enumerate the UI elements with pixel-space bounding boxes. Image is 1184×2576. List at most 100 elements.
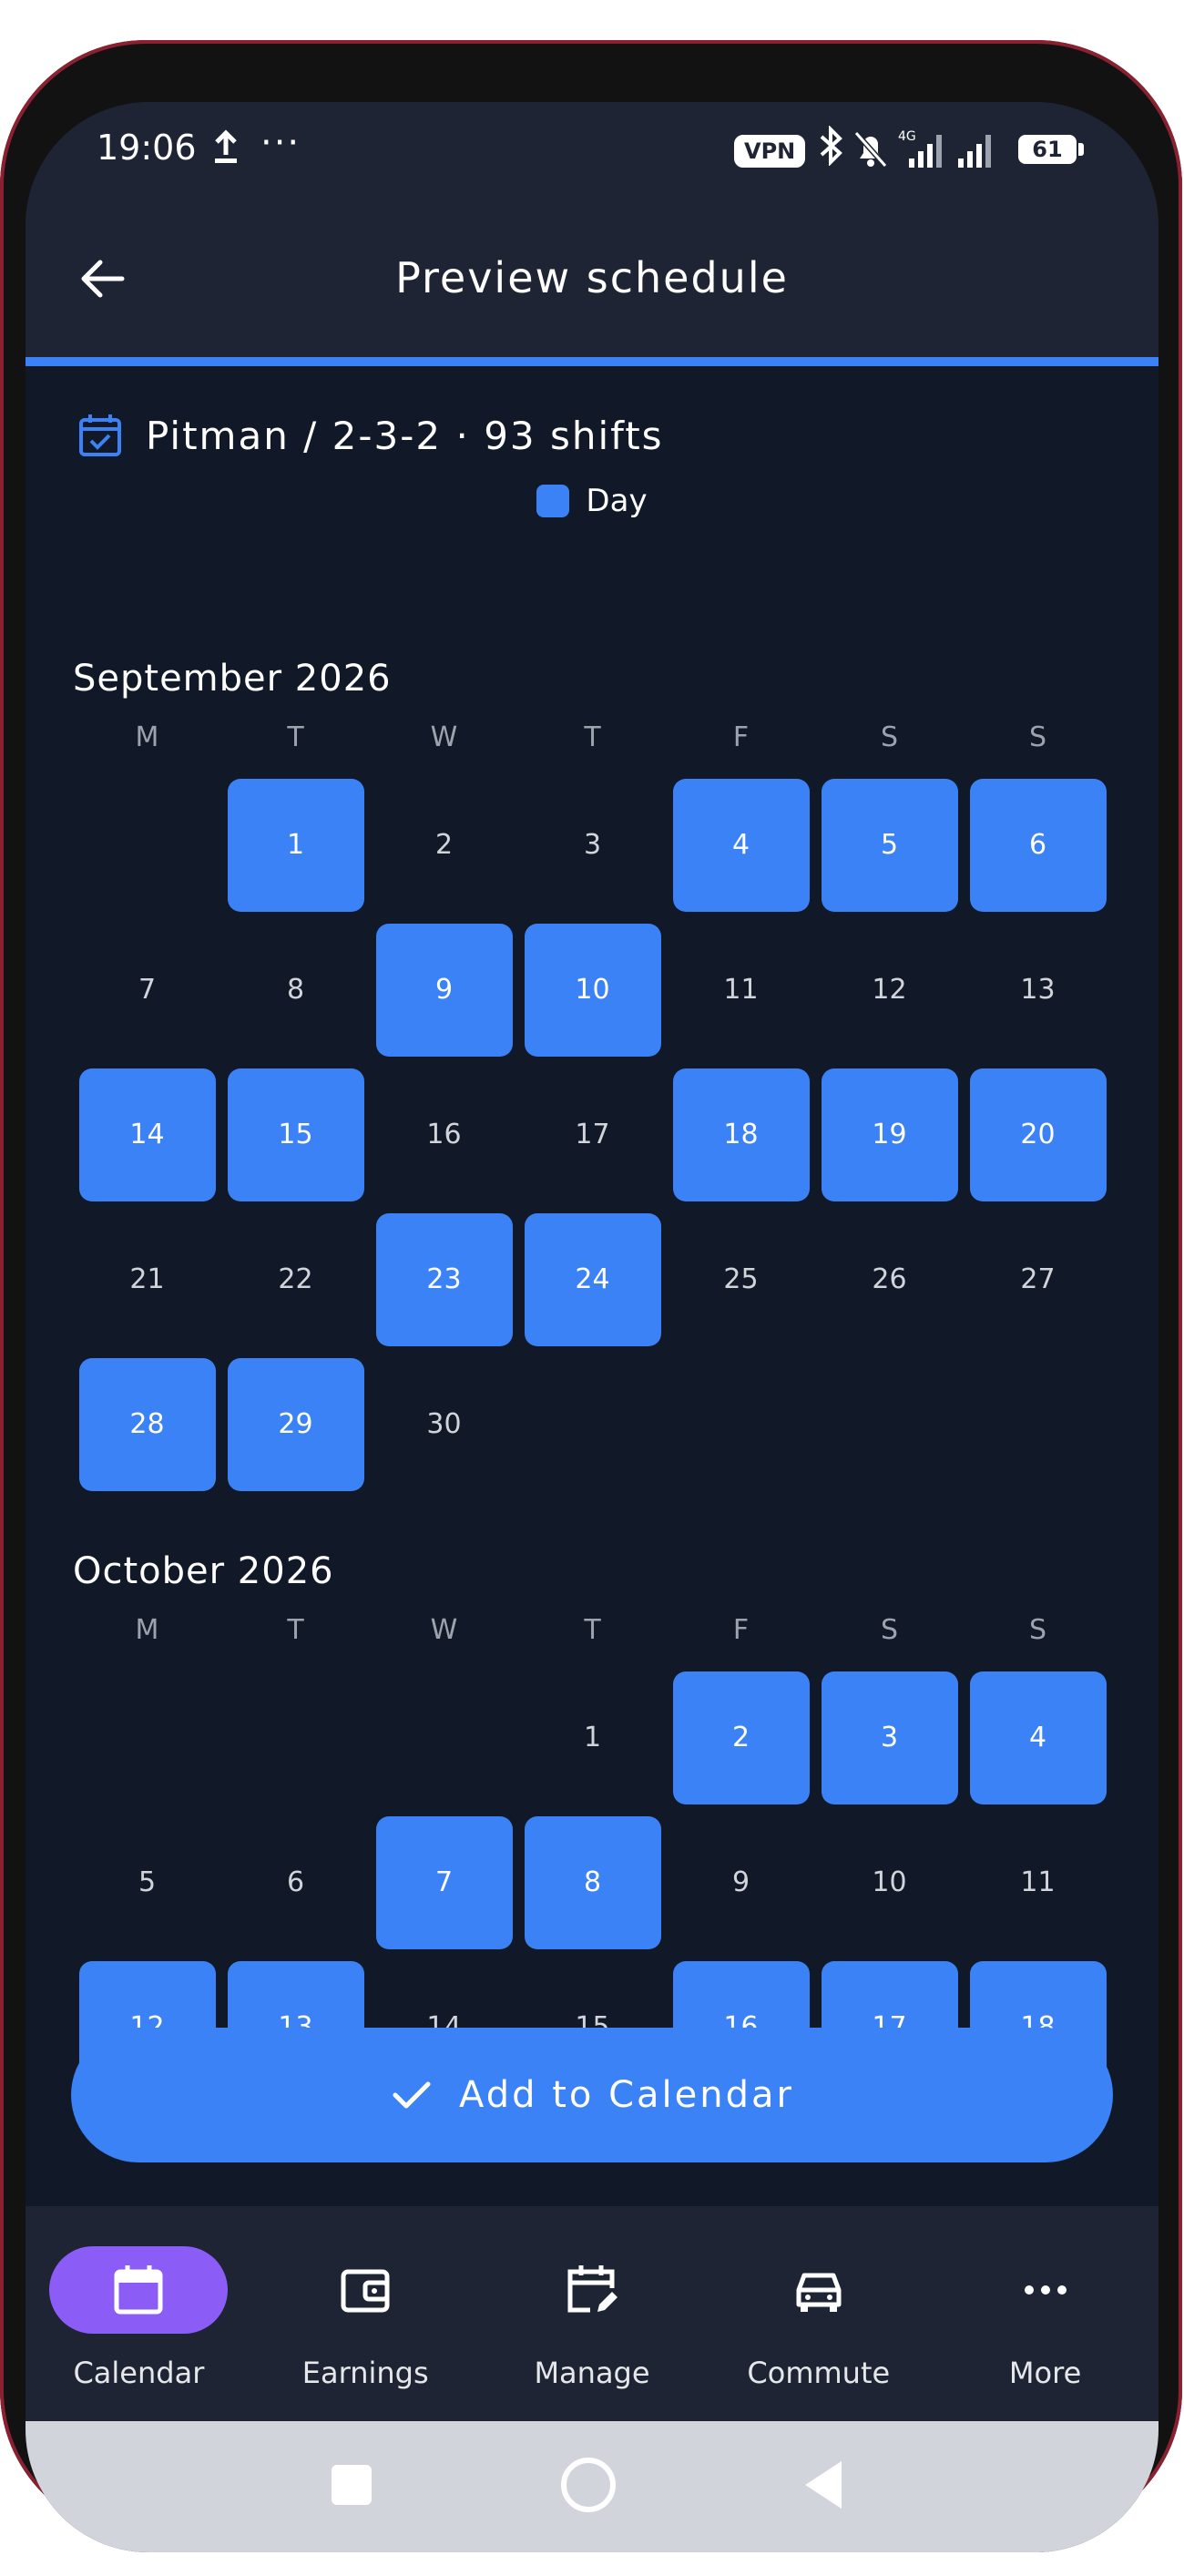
weekday-label: F xyxy=(732,721,750,753)
month-title: September 2026 xyxy=(73,658,392,700)
schedule-summary: Pitman / 2-3-2 · 93 shifts xyxy=(77,408,664,463)
nav-label: Calendar xyxy=(73,2356,205,2390)
day-cell-shift: 8 xyxy=(518,1810,667,1955)
nav-earnings[interactable]: Earnings xyxy=(252,2206,479,2421)
day-cell: 13 xyxy=(964,917,1112,1062)
weekday-header: M T W T F S S xyxy=(73,721,1129,772)
empty-day-cell xyxy=(73,1665,221,1810)
phone-frame: 19:06 ··· VPN 4G 61 Preview schedule Pit… xyxy=(0,40,1182,2552)
day-number: 28 xyxy=(78,1357,216,1491)
home-button[interactable] xyxy=(561,2458,616,2512)
day-number: 23 xyxy=(375,1212,513,1346)
day-cell-shift: 23 xyxy=(370,1207,518,1352)
weekday-label: M xyxy=(135,721,159,753)
recents-button[interactable] xyxy=(332,2465,372,2505)
battery-icon: 61 xyxy=(1018,135,1084,164)
day-cell: 6 xyxy=(221,1810,370,1955)
add-to-calendar-button[interactable]: Add to Calendar xyxy=(71,2028,1113,2162)
calendar-edit-icon xyxy=(567,2265,618,2313)
day-number: 11 xyxy=(723,974,759,1006)
day-number: 22 xyxy=(278,1263,313,1295)
day-number: 5 xyxy=(821,778,958,912)
network-type: 4G xyxy=(898,129,916,144)
weekday-header: M T W T F S S xyxy=(73,1614,1129,1665)
day-number: 18 xyxy=(672,1068,810,1201)
day-number: 24 xyxy=(524,1212,661,1346)
day-cell-shift: 2 xyxy=(667,1665,815,1810)
day-number: 26 xyxy=(872,1263,907,1295)
day-cell-shift: 18 xyxy=(667,1062,815,1207)
day-number: 13 xyxy=(1020,974,1056,1006)
empty-day-cell xyxy=(370,1665,518,1810)
day-number: 10 xyxy=(872,1866,907,1898)
nav-label: More xyxy=(1008,2356,1082,2390)
weekday-label: T xyxy=(287,721,304,753)
day-number: 6 xyxy=(286,1866,305,1898)
day-cell: 27 xyxy=(964,1207,1112,1352)
day-number: 20 xyxy=(969,1068,1107,1201)
day-number: 10 xyxy=(524,923,661,1057)
nav-label: Earnings xyxy=(301,2356,429,2390)
signal-icon xyxy=(954,128,998,175)
day-number: 17 xyxy=(575,1119,610,1150)
bell-off-icon xyxy=(852,129,889,173)
add-to-calendar-label: Add to Calendar xyxy=(459,2074,794,2116)
weekday-label: S xyxy=(880,721,899,753)
day-number: 1 xyxy=(227,778,364,912)
day-number: 3 xyxy=(821,1671,958,1804)
day-cell: 30 xyxy=(370,1352,518,1497)
day-cell-shift: 10 xyxy=(518,917,667,1062)
day-cell: 9 xyxy=(667,1810,815,1955)
day-cell-shift: 28 xyxy=(73,1352,221,1497)
legend: Day xyxy=(26,483,1158,519)
bottom-navigation: Calendar Earnings Manage Commute More xyxy=(26,2206,1158,2421)
day-number: 12 xyxy=(872,974,907,1006)
nav-label: Commute xyxy=(747,2356,891,2390)
day-number: 7 xyxy=(375,1815,513,1949)
summary-text: Pitman / 2-3-2 · 93 shifts xyxy=(146,413,664,458)
weekday-label: T xyxy=(584,1614,601,1646)
day-number: 11 xyxy=(1020,1866,1056,1898)
schedule-preview: Pitman / 2-3-2 · 93 shifts Day September… xyxy=(26,366,1158,2070)
empty-day-cell xyxy=(73,772,221,917)
day-cell-shift: 6 xyxy=(964,772,1112,917)
weekday-label: T xyxy=(584,721,601,753)
weekday-label: W xyxy=(430,721,458,753)
day-cell: 1 xyxy=(518,1665,667,1810)
day-cell: 5 xyxy=(73,1810,221,1955)
nav-commute[interactable]: Commute xyxy=(705,2206,932,2421)
day-cell-shift: 9 xyxy=(370,917,518,1062)
system-navigation-bar xyxy=(26,2421,1158,2552)
day-grid: 123456789101112131415161718 xyxy=(73,1665,1129,2070)
day-cell: 12 xyxy=(815,917,964,1062)
month-october: October 2026 M T W T F S S 1 2 3 4 5 6 7 8 9 10 11… xyxy=(73,1550,1129,2070)
system-back-button[interactable] xyxy=(805,2461,842,2509)
nav-manage[interactable]: Manage xyxy=(479,2206,706,2421)
day-cell-shift: 1 xyxy=(221,772,370,917)
day-cell: 17 xyxy=(518,1062,667,1207)
day-cell: 22 xyxy=(221,1207,370,1352)
upload-icon xyxy=(209,129,242,169)
legend-swatch xyxy=(536,485,570,517)
signal-4g-icon: 4G xyxy=(898,128,949,175)
weekday-label: S xyxy=(1028,721,1047,753)
day-number: 16 xyxy=(426,1119,462,1150)
day-cell: 3 xyxy=(518,772,667,917)
calendar-icon xyxy=(114,2265,163,2315)
weekday-label: T xyxy=(287,1614,304,1646)
day-number: 4 xyxy=(672,778,810,912)
nav-more[interactable]: More xyxy=(932,2206,1158,2421)
day-number: 30 xyxy=(426,1408,462,1440)
day-number: 6 xyxy=(969,778,1107,912)
day-cell-shift: 7 xyxy=(370,1810,518,1955)
day-number: 21 xyxy=(129,1263,165,1295)
day-cell: 21 xyxy=(73,1207,221,1352)
day-number: 1 xyxy=(583,1722,602,1753)
month-september: September 2026 M T W T F S S 1 2 3 4 5 6 7 8 9 10… xyxy=(73,658,1129,1497)
day-number: 2 xyxy=(672,1671,810,1804)
day-number: 9 xyxy=(375,923,513,1057)
weekday-label: W xyxy=(430,1614,458,1646)
day-cell: 10 xyxy=(815,1810,964,1955)
nav-calendar[interactable]: Calendar xyxy=(26,2206,252,2421)
day-cell: 26 xyxy=(815,1207,964,1352)
